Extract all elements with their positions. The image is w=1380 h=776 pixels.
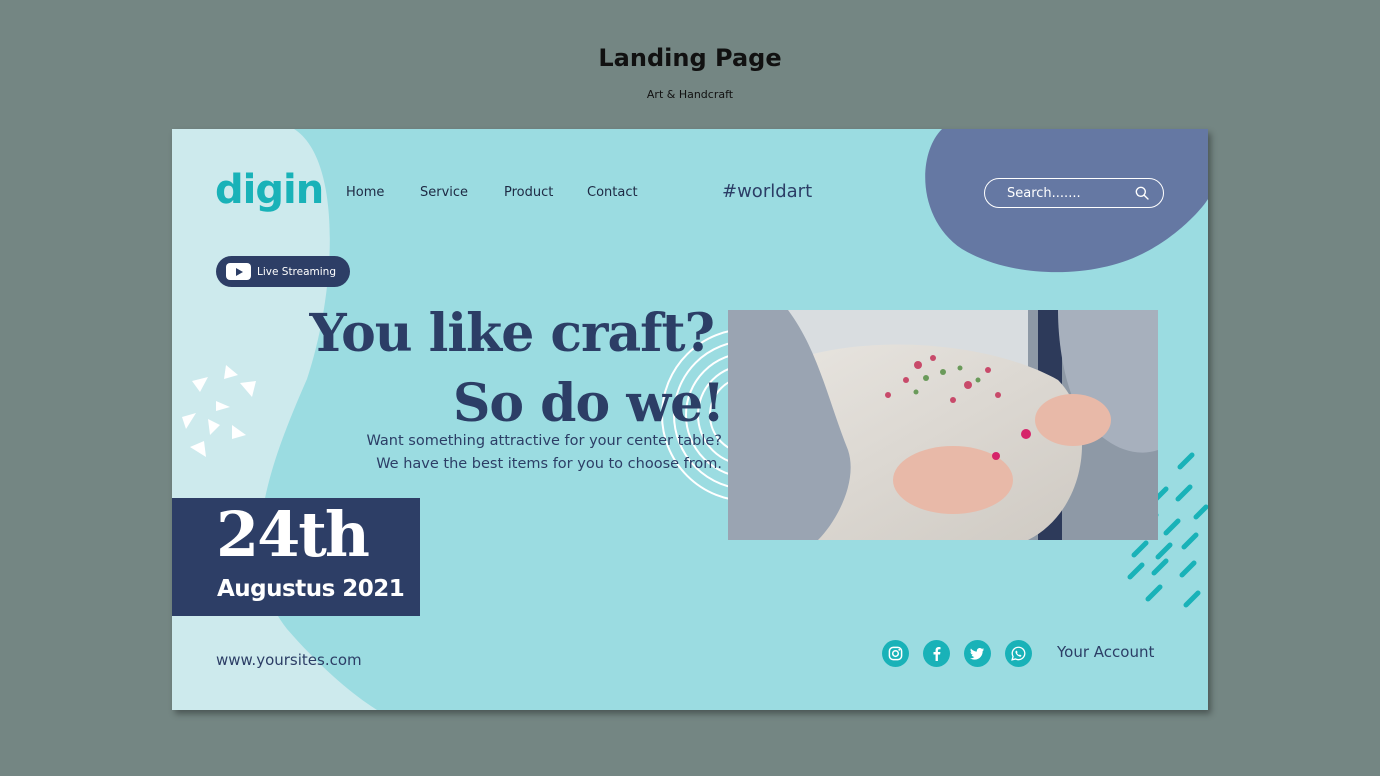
hero-body-line2: We have the best items for you to choose… [376, 456, 722, 472]
page-title: Landing Page [598, 44, 782, 72]
website-link[interactable]: www.yoursites.com [216, 651, 362, 669]
search-placeholder: Search....... [1007, 185, 1081, 201]
search-icon[interactable] [1135, 186, 1149, 200]
search-input[interactable]: Search....... [984, 178, 1164, 208]
live-streaming-label: Live Streaming [257, 265, 337, 278]
live-streaming-button[interactable]: Live Streaming [216, 256, 350, 287]
brand-logo[interactable]: digin [215, 167, 324, 213]
nav-product[interactable]: Product [504, 185, 553, 200]
nav-home[interactable]: Home [346, 185, 384, 200]
landing-card: digin Home Service Product Contact #worl… [172, 129, 1208, 710]
twitter-icon[interactable] [964, 640, 991, 667]
nav-contact[interactable]: Contact [587, 185, 638, 200]
hashtag: #worldart [722, 181, 813, 202]
hero-headline-line1: You like craft? [309, 303, 715, 364]
embroidery-photo [728, 310, 1158, 540]
event-month-year: Augustus 2021 [217, 576, 405, 602]
hero-body-line1: Want something attractive for your cente… [366, 433, 723, 449]
page-subtitle: Art & Handcraft [646, 88, 734, 101]
youtube-play-icon [226, 263, 251, 280]
whatsapp-icon[interactable] [1005, 640, 1032, 667]
hero-headline-line2: So do we! [452, 373, 725, 434]
facebook-icon[interactable] [923, 640, 950, 667]
event-day: 24th [216, 498, 370, 571]
instagram-icon[interactable] [882, 640, 909, 667]
nav-service[interactable]: Service [420, 185, 468, 200]
your-account-link[interactable]: Your Account [1057, 643, 1154, 661]
event-date-block: 24th Augustus 2021 [172, 498, 420, 616]
